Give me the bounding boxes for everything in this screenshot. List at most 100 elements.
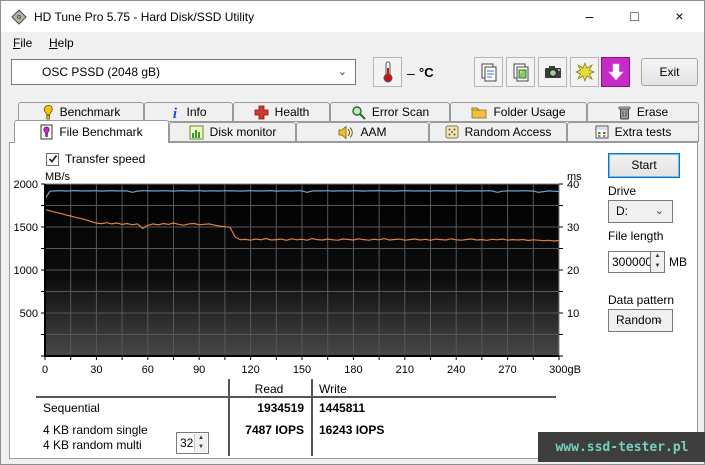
check-icon [48, 155, 57, 163]
svg-text:1000: 1000 [14, 265, 38, 277]
copy-text-button[interactable] [474, 57, 503, 87]
tab-aam[interactable]: AAM [296, 122, 429, 142]
results-divider-1 [228, 379, 230, 456]
tab-label: AAM [360, 125, 387, 139]
queue-depth-stepper[interactable]: 32 ▲ ▼ [176, 432, 209, 454]
tab-error-scan[interactable]: Error Scan [330, 102, 450, 122]
speaker-icon [339, 125, 354, 139]
svg-text:2000: 2000 [14, 179, 38, 191]
info-icon: i [173, 106, 178, 120]
svg-text:20: 20 [567, 265, 579, 277]
svg-text:0: 0 [42, 364, 48, 376]
watermark: www.ssd-tester.pl [538, 432, 705, 462]
tab-benchmark[interactable]: Benchmark [18, 102, 144, 122]
svg-text:120: 120 [241, 364, 259, 376]
svg-text:150: 150 [293, 364, 311, 376]
window-title: HD Tune Pro 5.75 - Hard Disk/SSD Utility [34, 10, 255, 24]
svg-text:MB/s: MB/s [45, 171, 71, 183]
tab-label: File Benchmark [59, 125, 143, 139]
results-read-value: 1934519 [257, 401, 304, 415]
drive-dropdown[interactable]: D: ⌄ [608, 200, 673, 223]
results-divider-2 [311, 379, 313, 456]
temperature-button[interactable] [373, 57, 402, 87]
thermometer-icon [383, 61, 392, 83]
svg-text:60: 60 [142, 364, 154, 376]
magnifier-icon [352, 105, 366, 120]
queue-depth-value: 32 [180, 436, 194, 450]
health-cross-icon [254, 105, 269, 119]
benchmark-chart: 0 30 60 90 120 150 180 210 240 270 300gB 500 1000 150… [9, 169, 601, 384]
exit-button[interactable]: Exit [641, 58, 698, 86]
results-write-value: 1445811 [319, 401, 366, 415]
data-pattern-dropdown[interactable]: Random ⌄ [608, 309, 673, 332]
tab-label: Info [186, 105, 207, 119]
results-row-label: Sequential [43, 401, 100, 415]
stepper-down-icon[interactable]: ▼ [651, 262, 664, 272]
menu-file[interactable]: File [7, 35, 38, 51]
screenshot-button[interactable] [538, 57, 567, 87]
svg-text:210: 210 [396, 364, 414, 376]
svg-text:i: i [173, 106, 178, 120]
extra-tests-icon [595, 125, 609, 139]
disk-monitor-icon [189, 125, 204, 139]
capture-active-button[interactable] [601, 57, 630, 87]
tab-label: Extra tests [614, 125, 672, 139]
menu-help[interactable]: Help [43, 35, 80, 51]
stepper-up-icon[interactable]: ▲ [195, 434, 207, 443]
tab-random-access[interactable]: Random Access [429, 122, 567, 142]
file-benchmark-icon [40, 124, 53, 140]
random-access-icon [445, 125, 459, 139]
stepper-up-icon[interactable]: ▲ [651, 252, 664, 262]
tab-info[interactable]: i Info [144, 102, 233, 122]
data-pattern-label: Data pattern [608, 293, 675, 307]
copy-image-icon [513, 63, 528, 82]
svg-text:270: 270 [498, 364, 516, 376]
tab-label: Error Scan [371, 105, 430, 119]
drive-value: D: [616, 204, 628, 218]
svg-text:240: 240 [447, 364, 465, 376]
svg-text:30: 30 [567, 222, 579, 234]
file-length-input[interactable]: 300000 ▲ ▼ [608, 251, 665, 273]
results-write-value: 16243 IOPS [319, 423, 385, 437]
chevron-down-icon: ⌄ [654, 314, 664, 326]
tab-file-benchmark[interactable]: File Benchmark [14, 120, 169, 143]
start-button[interactable]: Start [608, 153, 680, 178]
chevron-down-icon: ⌄ [337, 66, 347, 78]
tab-disk-monitor[interactable]: Disk monitor [169, 122, 296, 142]
tab-erase[interactable]: Erase [587, 102, 699, 122]
tab-label: Benchmark [59, 105, 121, 119]
tab-extra-tests[interactable]: Extra tests [567, 122, 699, 142]
tab-folder-usage[interactable]: Folder Usage [450, 102, 587, 122]
tab-label: Random Access [464, 125, 552, 139]
tab-health[interactable]: Health [233, 102, 330, 122]
tab-label: Erase [636, 105, 669, 119]
results-row-label: 4 KB random single [43, 423, 148, 437]
results-read-value: 7487 IOPS [245, 423, 304, 437]
toolbar: OSC PSSD (2048 gB) ⌄ – °C Exit [1, 53, 704, 99]
close-button[interactable]: × [657, 1, 702, 32]
download-arrow-icon [607, 63, 624, 81]
results-col-write: Write [319, 382, 347, 396]
tab-label: Disk monitor [209, 125, 277, 139]
hd-tune-logo-icon [11, 9, 27, 25]
file-length-stepper[interactable]: ▲ ▼ [650, 252, 664, 272]
drive-label: Drive [608, 184, 637, 198]
stepper-down-icon[interactable]: ▼ [195, 443, 207, 452]
svg-text:ms: ms [567, 171, 582, 183]
export-button[interactable] [570, 57, 599, 87]
tab-label: Health [274, 105, 310, 119]
temperature-unit: °C [419, 65, 434, 80]
menu-bar: File Help [1, 32, 704, 53]
title-bar: HD Tune Pro 5.75 - Hard Disk/SSD Utility… [1, 1, 704, 32]
maximize-button[interactable]: □ [612, 1, 657, 32]
minimize-button[interactable]: – [567, 1, 612, 32]
copy-image-button[interactable] [506, 57, 535, 87]
drive-selector-value: OSC PSSD (2048 gB) [42, 65, 161, 79]
stepper-arrows[interactable]: ▲ ▼ [194, 434, 207, 452]
svg-text:500: 500 [20, 308, 38, 320]
svg-text:1500: 1500 [14, 222, 38, 234]
svg-text:30: 30 [90, 364, 102, 376]
chevron-down-icon: ⌄ [654, 205, 664, 217]
transfer-speed-checkbox[interactable] [46, 152, 59, 166]
drive-selector-dropdown[interactable]: OSC PSSD (2048 gB) ⌄ [11, 59, 356, 85]
